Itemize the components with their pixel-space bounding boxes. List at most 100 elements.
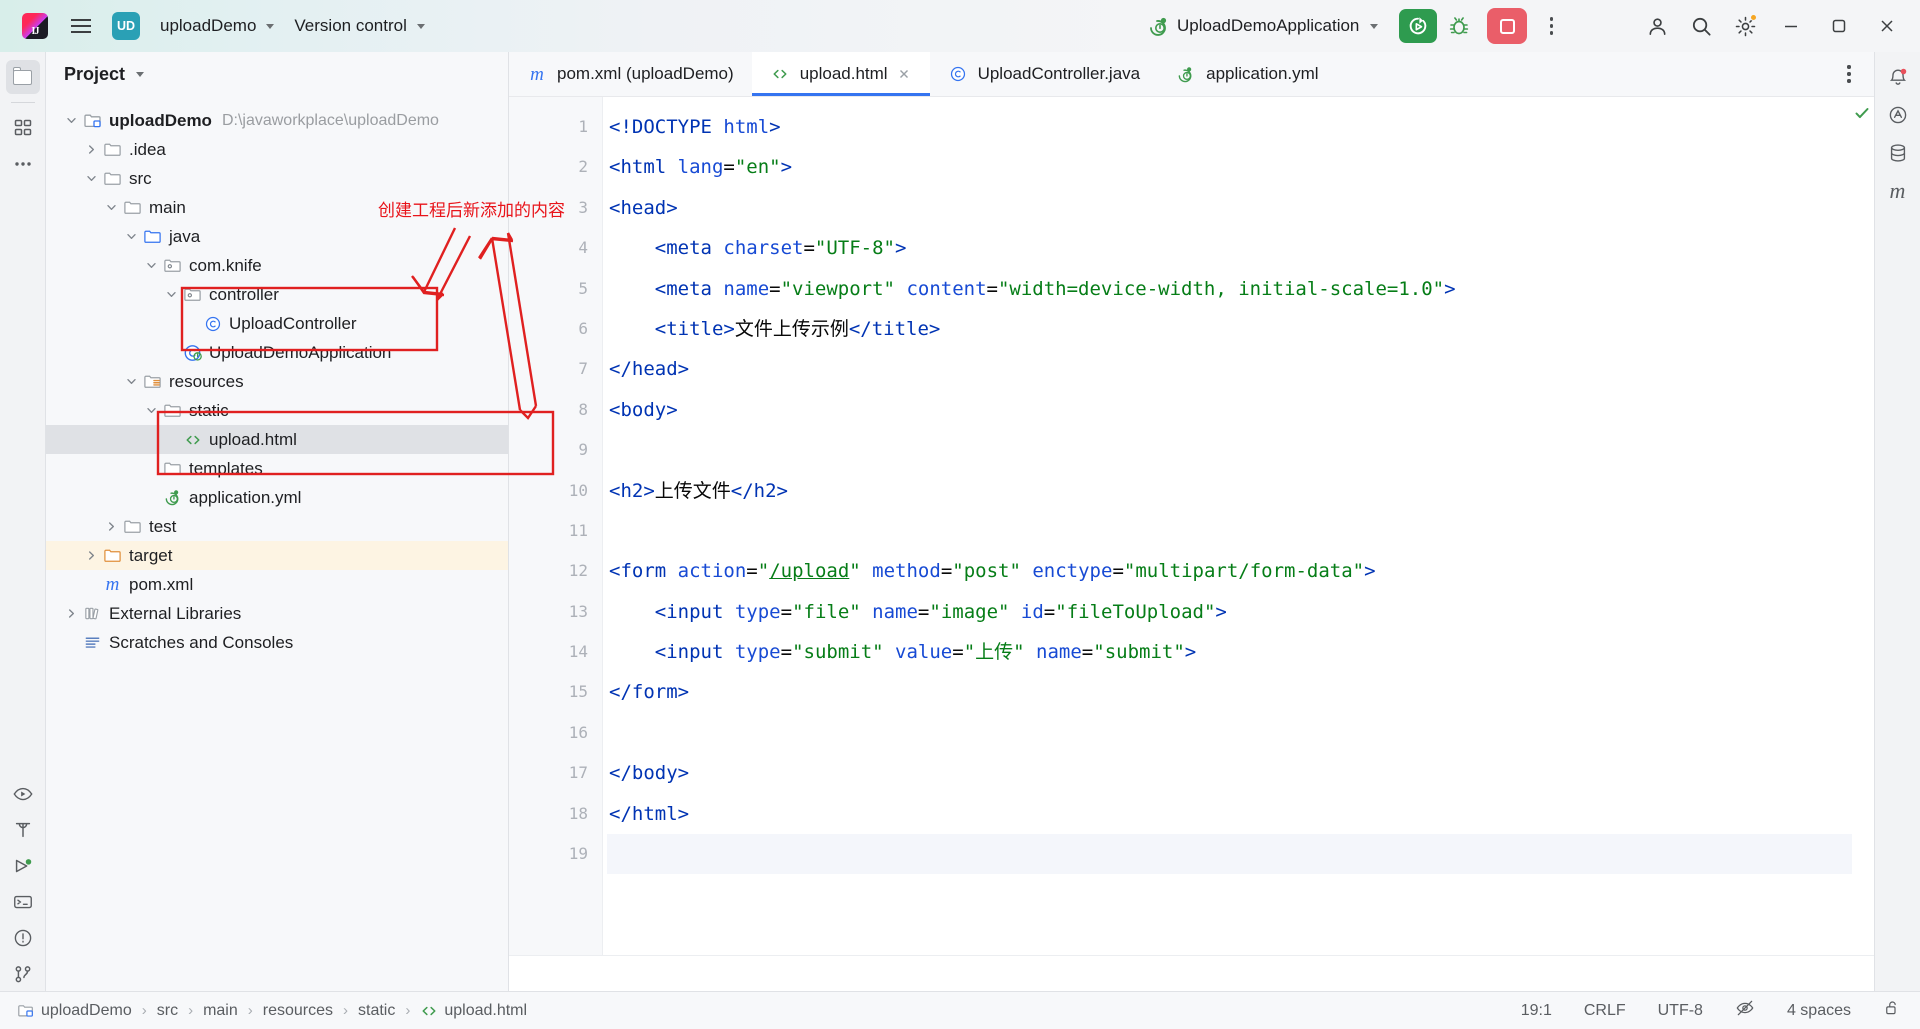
code-line[interactable]: <html lang="en"> (607, 147, 1852, 187)
code-line[interactable]: </body> (607, 753, 1852, 793)
code-line[interactable] (607, 713, 1852, 753)
more-tool-windows-icon[interactable] (6, 147, 40, 181)
chevron-right-icon[interactable] (84, 142, 99, 157)
project-name-button[interactable]: uploadDemo (151, 11, 283, 41)
editor-tab-upload-html[interactable]: upload.html (751, 52, 930, 96)
problems-tool-icon[interactable] (6, 921, 40, 955)
caret-position[interactable]: 19:1 (1516, 1000, 1557, 1022)
chevron-down-icon[interactable] (104, 200, 119, 215)
code-line[interactable]: <meta name="viewport" content="width=dev… (607, 269, 1852, 309)
maven-icon[interactable]: m (1881, 174, 1915, 208)
code-line[interactable]: <input type="file" name="image" id="file… (607, 592, 1852, 632)
ai-assistant-icon[interactable] (1881, 98, 1915, 132)
breadcrumb-item-upload-html[interactable]: upload.html (417, 1000, 530, 1022)
tree-node-uploaddemo[interactable]: uploadDemo D:\javaworkplace\uploadDemo (46, 106, 508, 135)
more-actions-icon[interactable] (1536, 9, 1566, 43)
build-tool-icon[interactable] (6, 813, 40, 847)
tree-node-resources[interactable]: resources (46, 367, 508, 396)
code-line[interactable]: <!DOCTYPE html> (607, 107, 1852, 147)
code-line[interactable]: <title>文件上传示例</title> (607, 309, 1852, 349)
tree-node-controller[interactable]: controller (46, 280, 508, 309)
tree-node-com-knife[interactable]: com.knife (46, 251, 508, 280)
editor-markup-scrollbar[interactable] (1852, 97, 1874, 955)
debug-button[interactable] (1440, 9, 1478, 43)
minimize-button[interactable] (1768, 4, 1814, 48)
code-line[interactable]: <form action="/upload" method="post" enc… (607, 551, 1852, 591)
project-tool-icon[interactable] (5, 60, 40, 94)
breadcrumb-item-uploaddemo[interactable]: uploadDemo (14, 999, 135, 1023)
structure-tool-icon[interactable] (6, 111, 40, 145)
code-line[interactable] (607, 511, 1852, 551)
editor-tab-pom-xml[interactable]: m pom.xml (uploadDemo) (509, 52, 752, 96)
breadcrumb-item-resources[interactable]: resources (260, 1000, 336, 1022)
tree-node-target[interactable]: target (46, 541, 508, 570)
chevron-down-icon[interactable] (124, 374, 139, 389)
tree-node-test[interactable]: test (46, 512, 508, 541)
code-line[interactable] (607, 834, 1852, 875)
chevron-right-icon[interactable] (64, 606, 79, 621)
breadcrumb-item-src[interactable]: src (154, 1000, 181, 1022)
tree-node-application-yml[interactable]: application.yml (46, 483, 508, 512)
chevron-down-icon[interactable] (84, 171, 99, 186)
code-line[interactable]: <input type="submit" value="上传" name="su… (607, 632, 1852, 672)
git-tool-icon[interactable] (6, 957, 40, 991)
code-line[interactable]: <h2>上传文件</h2> (607, 471, 1852, 511)
maximize-button[interactable] (1816, 4, 1862, 48)
main-menu-icon[interactable] (64, 9, 98, 43)
tree-node-uploaddemoapplication[interactable]: UploadDemoApplication (46, 338, 508, 367)
services-tool-icon[interactable] (6, 849, 40, 883)
chevron-down-icon[interactable] (164, 287, 179, 302)
tree-node-java[interactable]: java (46, 222, 508, 251)
code-line[interactable]: </form> (607, 672, 1852, 712)
chevron-down-icon[interactable] (64, 113, 79, 128)
notifications-icon[interactable] (1881, 60, 1915, 94)
breadcrumb[interactable]: uploadDemo › src › main › resources › static › upl… (14, 999, 530, 1023)
project-tree[interactable]: uploadDemo D:\javaworkplace\uploadDemo .id… (46, 96, 508, 657)
tree-node-static[interactable]: static (46, 396, 508, 425)
code-line[interactable]: <meta charset="UTF-8"> (607, 228, 1852, 268)
code-editor[interactable]: 1 2 3 4 5 6 7 8 9 10 11 12 13 14 15 16 17 18 19 <!DOCTYPE … (509, 97, 1874, 955)
file-encoding[interactable]: UTF-8 (1653, 1000, 1708, 1022)
tree-node-src[interactable]: src (46, 164, 508, 193)
close-tab-icon[interactable] (896, 66, 912, 82)
code-line[interactable]: <head> (607, 188, 1852, 228)
chevron-down-icon[interactable] (144, 403, 159, 418)
chevron-right-icon[interactable] (84, 548, 99, 563)
breadcrumb-item-static[interactable]: static (355, 1000, 398, 1022)
code-line[interactable]: </html> (607, 794, 1852, 834)
reader-mode-icon[interactable] (1730, 996, 1760, 1025)
code-content[interactable]: <!DOCTYPE html> <html lang="en"> <head> <m… (603, 97, 1852, 955)
version-control-button[interactable]: Version control (285, 11, 433, 41)
tree-node-external-libraries[interactable]: External Libraries (46, 599, 508, 628)
stop-button[interactable] (1487, 8, 1528, 44)
editor-more-icon[interactable] (1834, 57, 1864, 91)
breadcrumb-item-main[interactable]: main (200, 1000, 241, 1022)
settings-icon[interactable] (1724, 6, 1766, 46)
chevron-down-icon[interactable] (124, 229, 139, 244)
unlocked-icon[interactable] (1878, 997, 1906, 1024)
tree-node-upload-html[interactable]: upload.html (46, 425, 508, 454)
indent-setting[interactable]: 4 spaces (1782, 1000, 1856, 1022)
run-tool-icon[interactable] (6, 777, 40, 811)
chevron-right-icon[interactable] (104, 519, 119, 534)
inspection-ok-icon[interactable] (1854, 105, 1870, 126)
tree-node-idea[interactable]: .idea (46, 135, 508, 164)
close-button[interactable] (1864, 4, 1910, 48)
tree-node-scratches-and-consoles[interactable]: Scratches and Consoles (46, 628, 508, 657)
terminal-tool-icon[interactable] (6, 885, 40, 919)
editor-tab-uploadcontroller-java[interactable]: UploadController.java (930, 52, 1159, 96)
editor-tab-application-yml[interactable]: application.yml (1158, 52, 1336, 96)
database-icon[interactable] (1881, 136, 1915, 170)
account-icon[interactable] (1636, 6, 1678, 46)
code-line[interactable]: <body> (607, 390, 1852, 430)
editor-tabs[interactable]: m pom.xml (uploadDemo) upload.html UploadCo… (509, 52, 1874, 97)
code-line[interactable] (607, 430, 1852, 470)
tree-node-pom-xml[interactable]: m pom.xml (46, 570, 508, 599)
chevron-down-icon[interactable] (144, 258, 159, 273)
search-icon[interactable] (1680, 6, 1722, 46)
tree-node-uploadcontroller[interactable]: UploadController (46, 309, 508, 338)
code-line[interactable]: </head> (607, 349, 1852, 389)
run-configuration-selector[interactable]: UploadDemoApplication (1140, 11, 1386, 42)
chevron-down-icon[interactable] (136, 71, 145, 77)
line-separator[interactable]: CRLF (1579, 1000, 1631, 1022)
